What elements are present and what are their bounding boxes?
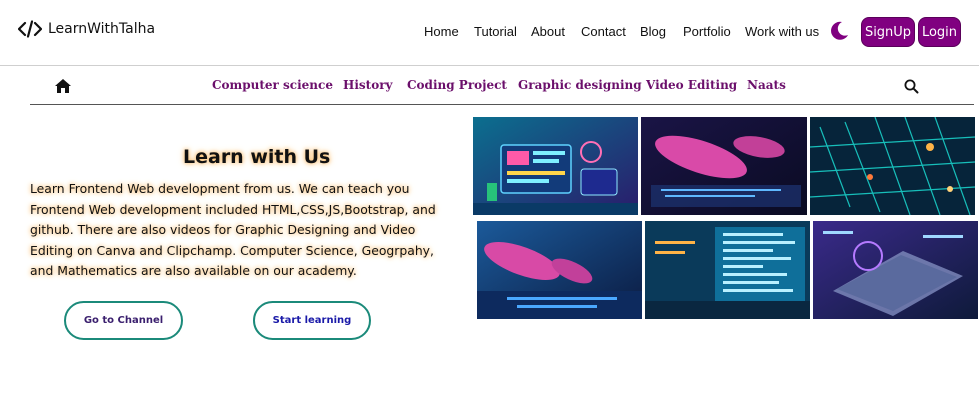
signup-button[interactable]: SignUp [861, 17, 915, 47]
category-video-editing[interactable]: Video Editing [646, 78, 737, 92]
nav-about[interactable]: About [531, 24, 565, 39]
gallery-image-data-matrix [810, 117, 975, 215]
nav-portfolio[interactable]: Portfolio [683, 24, 731, 39]
gallery-image-hands-typing [641, 117, 807, 215]
top-navbar: LearnWithTalha Home Tutorial About Conta… [0, 0, 979, 66]
category-computer-science[interactable]: Computer science [212, 78, 333, 92]
brand-name: LearnWithTalha [48, 21, 156, 37]
hero-description: Learn Frontend Web development from us. … [30, 181, 436, 278]
moon-icon[interactable] [828, 20, 850, 42]
home-icon[interactable] [54, 78, 72, 94]
hero-title: Learn with Us [183, 146, 331, 168]
category-coding-project[interactable]: Coding Project [407, 78, 507, 92]
code-brackets-icon [18, 20, 42, 38]
start-learning-button[interactable]: Start learning [253, 301, 371, 340]
category-divider [30, 104, 974, 105]
login-button[interactable]: Login [918, 17, 961, 47]
nav-tutorial[interactable]: Tutorial [474, 24, 517, 39]
nav-work-with-us[interactable]: Work with us [745, 24, 819, 39]
gallery-image-web-dev [473, 117, 638, 215]
gallery-image-code-screen [645, 221, 810, 319]
category-history[interactable]: History [343, 78, 393, 92]
brand-logo[interactable]: LearnWithTalha [18, 20, 155, 38]
nav-home[interactable]: Home [424, 24, 459, 39]
nav-contact[interactable]: Contact [581, 24, 626, 39]
category-graphic-designing[interactable]: Graphic designing [518, 78, 642, 92]
category-bar: Computer science History Coding Project … [0, 66, 979, 104]
category-naats[interactable]: Naats [747, 78, 786, 92]
go-to-channel-button[interactable]: Go to Channel [64, 301, 183, 340]
gallery-image-laptop-code [813, 221, 978, 319]
gallery-image-hands-typing-2 [477, 221, 642, 319]
nav-blog[interactable]: Blog [640, 24, 666, 39]
search-icon[interactable] [904, 79, 919, 94]
